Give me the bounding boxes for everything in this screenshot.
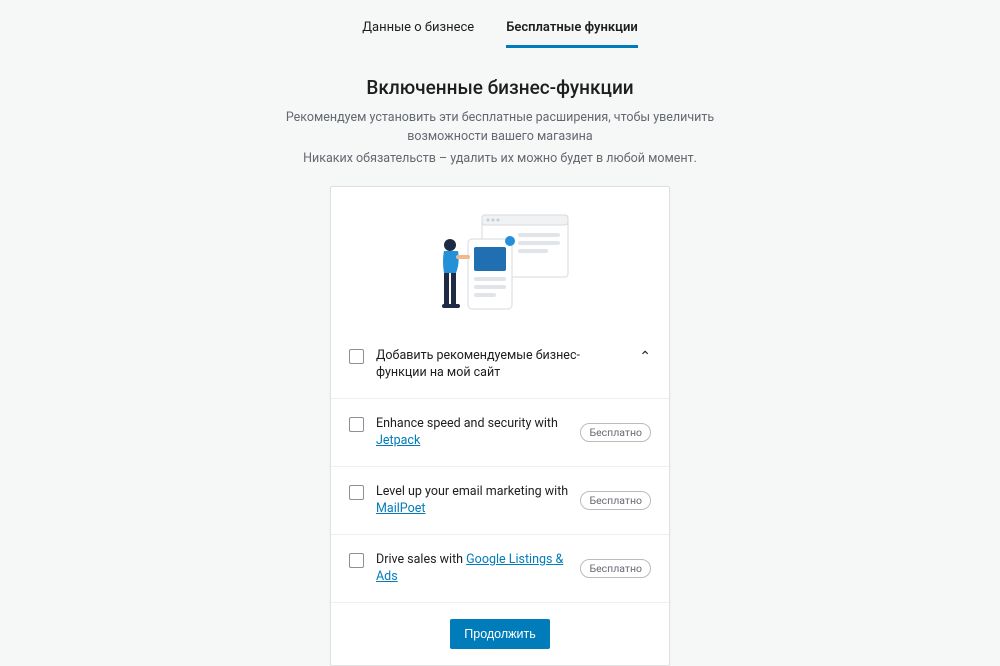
checkbox-add-all[interactable] xyxy=(349,349,364,364)
onboarding-illustration-icon xyxy=(420,211,580,321)
feature-row-add-all: Добавить рекомендуемые бизнес-функции на… xyxy=(331,337,669,398)
link-mailpoet[interactable]: MailPoet xyxy=(376,501,425,516)
page-title: Включенные бизнес-функции xyxy=(366,76,633,99)
feature-label-jetpack: Enhance speed and security with Jetpack xyxy=(376,415,568,450)
tab-free-features[interactable]: Бесплатные функции xyxy=(506,20,638,48)
card-footer: Продолжить xyxy=(331,602,669,665)
feature-label-add-all: Добавить рекомендуемые бизнес-функции на… xyxy=(376,347,627,382)
feature-row-mailpoet: Level up your email marketing with MailP… xyxy=(331,466,669,534)
feature-row-jetpack: Enhance speed and security with Jetpack … xyxy=(331,398,669,466)
link-jetpack[interactable]: Jetpack xyxy=(376,433,420,448)
page-subtitle-1: Рекомендуем установить эти бесплатные ра… xyxy=(250,109,750,147)
checkbox-mailpoet[interactable] xyxy=(349,485,364,500)
feature-label-google: Drive sales with Google Listings & Ads xyxy=(376,551,568,586)
badge-free: Бесплатно xyxy=(580,423,651,442)
checkbox-google[interactable] xyxy=(349,553,364,568)
chevron-up-icon[interactable]: ⌃ xyxy=(639,349,651,365)
page-subtitle-2: Никаких обязательств – удалить их можно … xyxy=(303,151,697,166)
continue-button[interactable]: Продолжить xyxy=(450,619,549,649)
features-card: Добавить рекомендуемые бизнес-функции на… xyxy=(330,186,670,666)
tabs: Данные о бизнесе Бесплатные функции xyxy=(362,20,638,48)
tab-business-data[interactable]: Данные о бизнесе xyxy=(362,20,474,48)
badge-free: Бесплатно xyxy=(580,491,651,510)
badge-free: Бесплатно xyxy=(580,559,651,578)
feature-row-google: Drive sales with Google Listings & Ads Б… xyxy=(331,534,669,602)
checkbox-jetpack[interactable] xyxy=(349,417,364,432)
illustration xyxy=(331,187,669,337)
feature-label-mailpoet: Level up your email marketing with MailP… xyxy=(376,483,568,518)
